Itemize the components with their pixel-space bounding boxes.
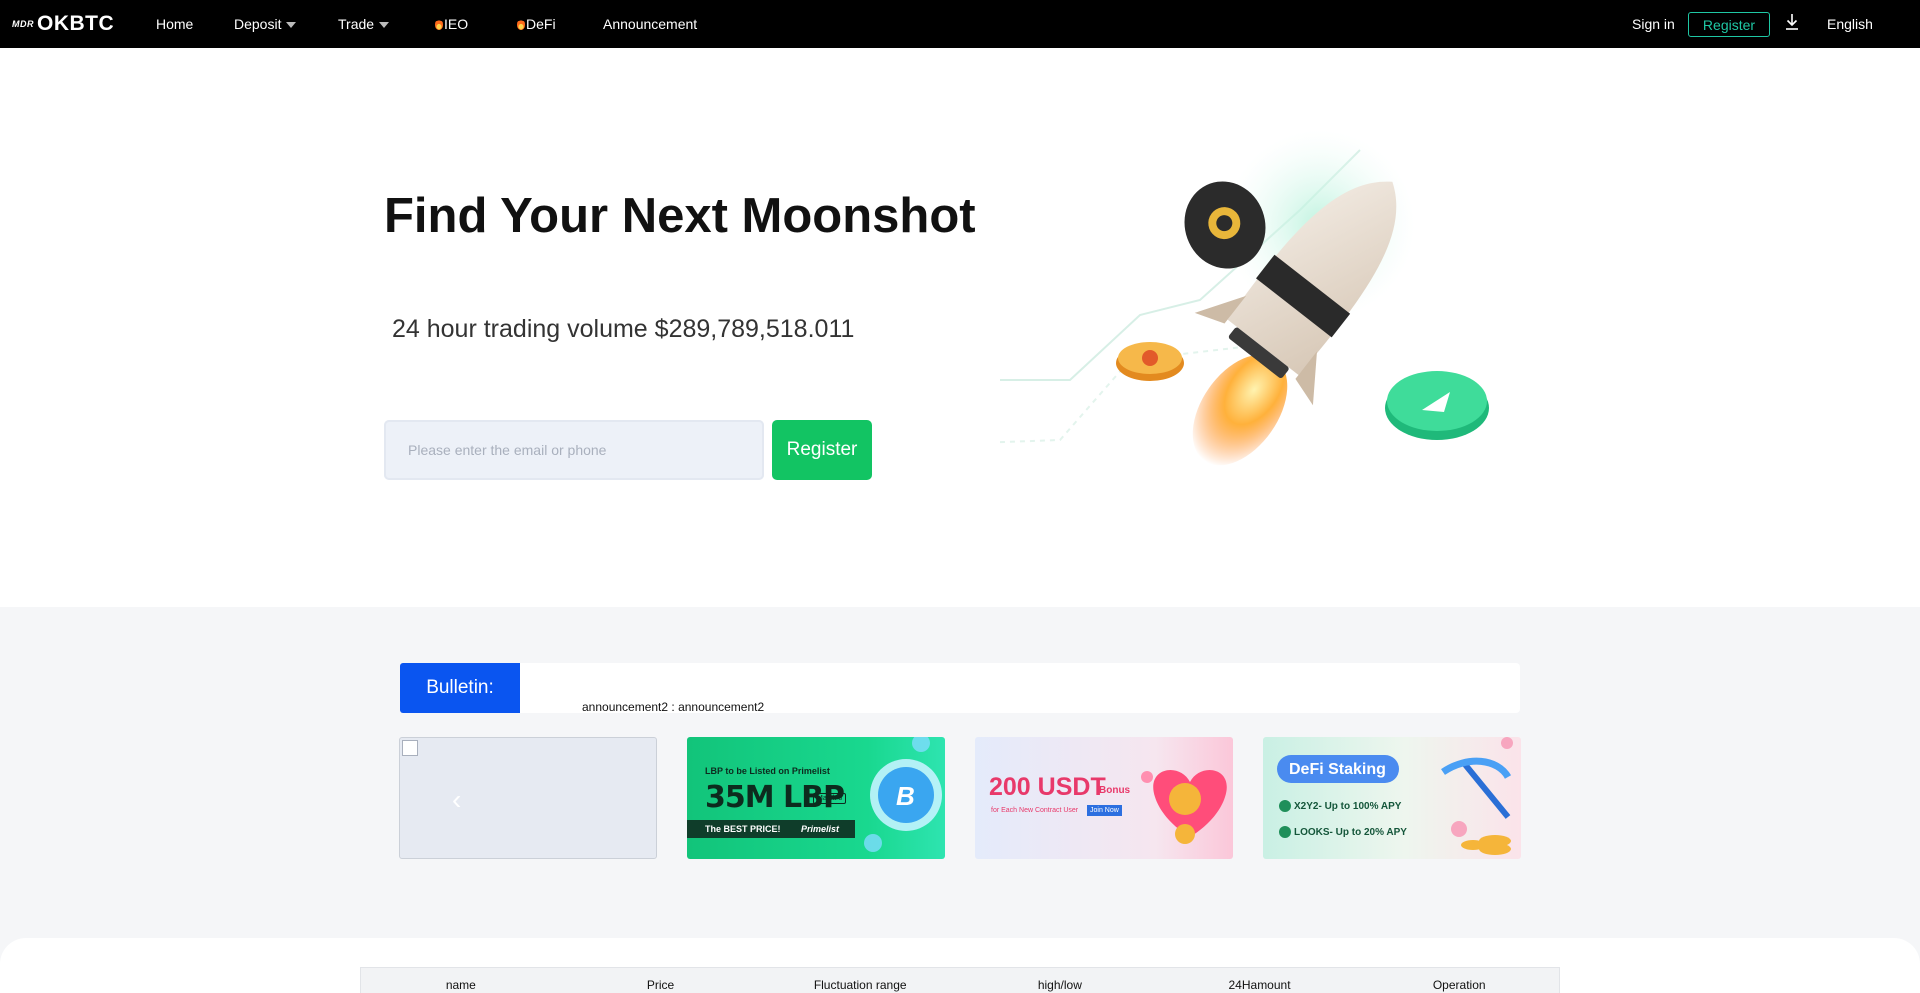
- column-header-24h-amount[interactable]: 24Hamount: [1160, 968, 1360, 993]
- nav-ieo-label: IEO: [444, 16, 469, 32]
- coin-b-icon: B: [896, 781, 915, 811]
- banner-defi-item1: X2Y2- Up to 100% APY: [1294, 801, 1402, 812]
- banner-defi-title: DeFi Staking: [1289, 761, 1386, 778]
- email-phone-input[interactable]: [384, 420, 764, 480]
- column-header-price[interactable]: Price: [561, 968, 761, 993]
- broken-image-icon: [402, 740, 418, 756]
- nav-trade[interactable]: Trade: [338, 0, 390, 48]
- market-table-header: name Price Fluctuation range high/low 24…: [360, 967, 1560, 993]
- column-header-fluctuation[interactable]: Fluctuation range: [760, 968, 960, 993]
- nav-register-button[interactable]: Register: [1688, 12, 1770, 37]
- banner-lbp-date: March 8: [813, 793, 847, 804]
- bulletin-announcement[interactable]: announcement2 : announcement2: [582, 700, 764, 714]
- banner-lbp[interactable]: LBP to be Listed on Primelist 35M LBP Ma…: [687, 737, 945, 859]
- nav-home[interactable]: Home: [156, 0, 193, 48]
- download-icon[interactable]: [1785, 13, 1799, 31]
- nav-deposit[interactable]: Deposit: [234, 0, 297, 48]
- banner-defi-staking[interactable]: DeFi Staking X2Y2- Up to 100% APY LOOKS-…: [1263, 737, 1521, 859]
- banner-defi-item2: LOOKS- Up to 20% APY: [1294, 827, 1407, 838]
- logo[interactable]: MDR OKBTC: [12, 0, 114, 48]
- column-header-high-low[interactable]: high/low: [960, 968, 1160, 993]
- chevron-left-icon[interactable]: ‹: [452, 786, 461, 814]
- banner-usdt-bonus-text: Bonus: [1099, 785, 1131, 796]
- caret-down-icon: [286, 22, 297, 28]
- banner-lbp-line1: LBP to be Listed on Primelist: [705, 766, 830, 776]
- flame-icon: [435, 18, 443, 30]
- nav-defi[interactable]: DeFi: [517, 0, 556, 48]
- flame-icon: [517, 18, 525, 30]
- banner-usdt-join: Join Now: [1087, 805, 1122, 816]
- bulletin-bar: Bulletin: announcement2 : announcement2: [400, 663, 1520, 714]
- column-header-operation: Operation: [1432, 978, 1486, 992]
- top-navbar: MDR OKBTC Home Deposit Trade IEO DeFi An…: [0, 0, 1920, 48]
- caret-down-icon: [379, 22, 390, 28]
- banner-broken-image[interactable]: ‹: [399, 737, 657, 859]
- nav-trade-label: Trade: [338, 16, 375, 32]
- bulletin-label: Bulletin:: [400, 663, 520, 713]
- nav-defi-label: DeFi: [526, 16, 556, 32]
- logo-mark: MDR: [12, 19, 34, 29]
- trading-volume: 24 hour trading volume $289,789,518.011: [392, 315, 855, 343]
- rocket-illustration: [1000, 130, 1489, 466]
- nav-announcement[interactable]: Announcement: [603, 0, 697, 48]
- logo-text: OKBTC: [37, 12, 115, 35]
- nav-ieo[interactable]: IEO: [435, 0, 468, 48]
- banner-lbp-line2: The BEST PRICE!: [705, 824, 781, 834]
- banner-usdt-line2: for Each New Contract User: [991, 807, 1079, 814]
- hero-register-button[interactable]: Register: [772, 420, 872, 480]
- hero-title: Find Your Next Moonshot: [384, 189, 976, 243]
- column-header-name[interactable]: name: [361, 968, 561, 993]
- banner-usdt-bonus[interactable]: 200 USDT Bonus for Each New Contract Use…: [975, 737, 1233, 859]
- nav-deposit-label: Deposit: [234, 16, 282, 32]
- banner-usdt-big: 200 USDT: [989, 773, 1106, 801]
- banner-lbp-brand: Primelist: [801, 824, 840, 834]
- banner-defi-graphic: [1277, 737, 1513, 855]
- nav-sign-in[interactable]: Sign in: [1632, 0, 1675, 48]
- language-selector[interactable]: English: [1827, 0, 1873, 48]
